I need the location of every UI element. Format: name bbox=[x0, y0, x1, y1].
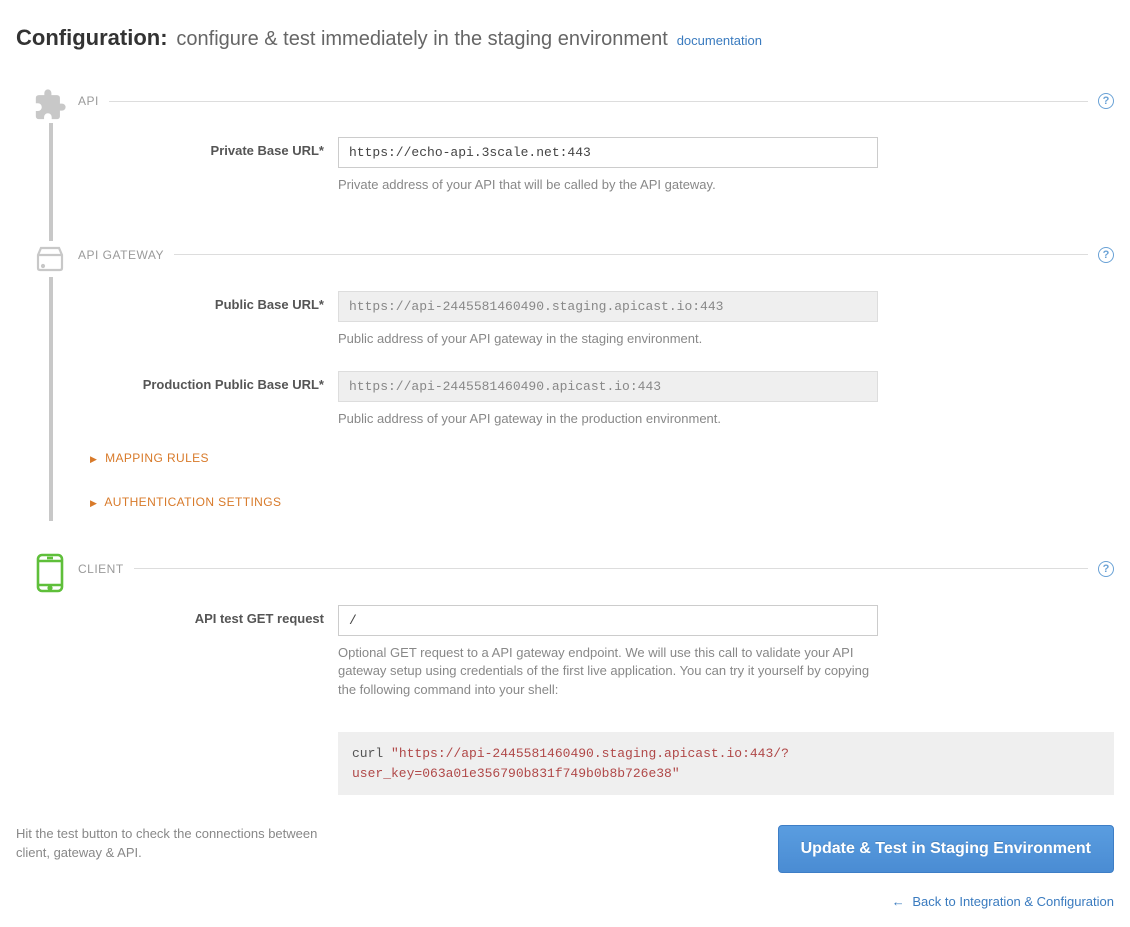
section-gateway-header: API GATEWAY bbox=[78, 248, 164, 262]
section-gateway: API GATEWAY ? Public Base URL* Public ad… bbox=[16, 247, 1114, 561]
private-base-url-help: Private address of your API that will be… bbox=[338, 176, 878, 195]
page-title: Configuration: configure & test immediat… bbox=[16, 16, 1114, 53]
curl-prefix: curl bbox=[352, 746, 391, 761]
mapping-rules-toggle[interactable]: ▶ MAPPING RULES bbox=[90, 451, 1114, 465]
public-base-url-label: Public Base URL* bbox=[78, 291, 338, 312]
help-icon[interactable]: ? bbox=[1098, 247, 1114, 263]
curl-url: "https://api-2445581460490.staging.apica… bbox=[352, 746, 789, 781]
prod-public-base-url-input bbox=[338, 371, 878, 402]
public-base-url-input bbox=[338, 291, 878, 322]
back-link[interactable]: ← Back to Integration & Configuration bbox=[892, 894, 1114, 909]
section-client-header: CLIENT bbox=[78, 562, 124, 576]
private-base-url-label: Private Base URL* bbox=[78, 137, 338, 158]
private-base-url-input[interactable] bbox=[338, 137, 878, 168]
arrow-left-icon: ← bbox=[892, 894, 905, 909]
section-client: CLIENT ? API test GET request Optional G… bbox=[16, 561, 1114, 806]
section-api: API ? Private Base URL* Private address … bbox=[16, 93, 1114, 247]
help-icon[interactable]: ? bbox=[1098, 93, 1114, 109]
documentation-link[interactable]: documentation bbox=[677, 33, 762, 48]
chevron-right-icon: ▶ bbox=[90, 454, 97, 465]
help-icon[interactable]: ? bbox=[1098, 561, 1114, 577]
title-strong: Configuration: bbox=[16, 25, 168, 50]
test-get-help: Optional GET request to a API gateway en… bbox=[338, 644, 878, 701]
public-base-url-help: Public address of your API gateway in th… bbox=[338, 330, 878, 349]
chevron-right-icon: ▶ bbox=[90, 498, 97, 509]
title-sub: configure & test immediately in the stag… bbox=[176, 28, 667, 50]
update-test-button[interactable]: Update & Test in Staging Environment bbox=[778, 825, 1114, 873]
section-api-header: API bbox=[78, 94, 99, 108]
prod-public-base-url-help: Public address of your API gateway in th… bbox=[338, 410, 878, 429]
footer-hint: Hit the test button to check the connect… bbox=[16, 825, 336, 863]
mobile-icon bbox=[32, 555, 68, 591]
prod-public-base-url-label: Production Public Base URL* bbox=[78, 371, 338, 392]
puzzle-icon bbox=[32, 87, 68, 123]
auth-settings-toggle[interactable]: ▶ AUTHENTICATION SETTINGS bbox=[90, 495, 1114, 509]
test-get-label: API test GET request bbox=[78, 605, 338, 626]
server-icon bbox=[32, 241, 68, 277]
test-get-input[interactable] bbox=[338, 605, 878, 636]
curl-command-box: curl "https://api-2445581460490.staging.… bbox=[338, 732, 1114, 795]
